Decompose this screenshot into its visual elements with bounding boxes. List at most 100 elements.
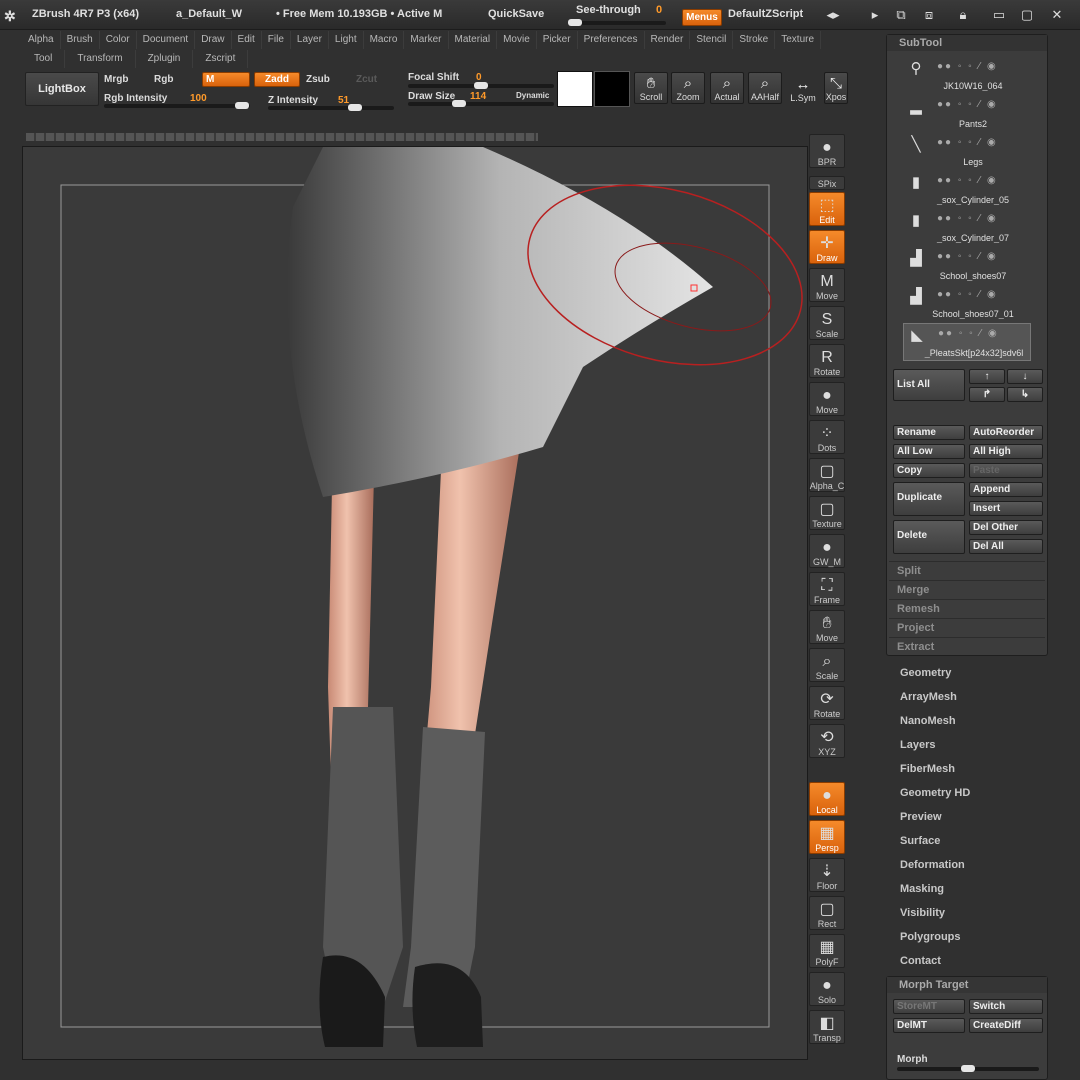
zcut-button[interactable]: Zcut [356,74,377,85]
menu-zscript[interactable]: Zscript [193,50,249,68]
subtool-item[interactable]: ╲ ●● ◦ ◦ ⁄ ◉ Legs [903,133,1031,171]
menu-layer[interactable]: Layer [291,31,329,49]
subtool-item[interactable]: ▟ ●● ◦ ◦ ⁄ ◉ School_shoes07 [903,247,1031,285]
del-all-button[interactable]: Del All [969,539,1043,554]
all-high-button[interactable]: All High [969,444,1043,459]
dynamic-toggle[interactable]: Dynamic [516,91,549,100]
delmt-button[interactable]: DelMT [893,1018,965,1033]
menu-color[interactable]: Color [100,31,137,49]
menu-stroke[interactable]: Stroke [733,31,776,49]
menu-picker[interactable]: Picker [537,31,578,49]
shelf-rect-button[interactable]: ▢ Rect [809,896,845,930]
aahalf-button[interactable]: ⌕ AAHalf [748,72,782,104]
lsym-button[interactable]: ↔ L.Sym [786,72,820,104]
shelf-move-button[interactable]: ● Move [809,382,845,416]
visibility-toggles-icon[interactable]: ●● ◦ ◦ ⁄ ◉ [937,175,998,186]
quicksave-button[interactable]: QuickSave [488,8,544,20]
shelf-texture-button[interactable]: ▢ Texture [809,496,845,530]
lightbox-button[interactable]: LightBox [25,72,99,106]
shelf-solo-button[interactable]: ● Solo [809,972,845,1006]
deformation-section[interactable]: Deformation [900,859,965,871]
shelf-scale-button[interactable]: S Scale [809,306,845,340]
copy-button[interactable]: Copy [893,463,965,478]
actual-button[interactable]: ⌕ Actual [710,72,744,104]
shelf-gw-m-button[interactable]: ● GW_M [809,534,845,568]
shelf-move-button[interactable]: M Move [809,268,845,302]
draw-size-label[interactable]: Draw Size [408,91,455,102]
shelf-rotate-button[interactable]: ⟳ Rotate [809,686,845,720]
shelf-spix-button[interactable]: SPix [809,176,845,190]
subtool-remesh-group[interactable]: Remesh [889,599,1045,617]
tray-divider[interactable] [26,133,538,141]
storemt-button[interactable]: StoreMT [893,999,965,1014]
menu-marker[interactable]: Marker [404,31,449,49]
subtool-extract-group[interactable]: Extract [889,637,1045,655]
menu-preferences[interactable]: Preferences [578,31,645,49]
subtool-item[interactable]: ▮ ●● ◦ ◦ ⁄ ◉ _sox_Cylinder_05 [903,171,1031,209]
contact-section[interactable]: Contact [900,955,941,967]
subtool-item[interactable]: ▮ ●● ◦ ◦ ⁄ ◉ _sox_Cylinder_07 [903,209,1031,247]
visibility-toggles-icon[interactable]: ●● ◦ ◦ ⁄ ◉ [937,99,998,110]
subtool-title[interactable]: SubTool [887,35,1047,51]
polygroups-section[interactable]: Polygroups [900,931,961,943]
scroll-button[interactable]: ✋︎ Scroll [634,72,668,104]
layout-icon[interactable]: ⧉ [892,6,910,24]
all-low-button[interactable]: All Low [893,444,965,459]
morph-slider[interactable] [897,1065,1039,1072]
close-icon[interactable]: ✕ [1048,6,1066,24]
shelf-draw-button[interactable]: ✛ Draw [809,230,845,264]
menu-alpha[interactable]: Alpha [22,31,61,49]
menu-draw[interactable]: Draw [195,31,232,49]
move-top-icon[interactable]: ↱ [969,387,1005,402]
visibility-toggles-icon[interactable]: ●● ◦ ◦ ⁄ ◉ [937,289,998,300]
visibility-toggles-icon[interactable]: ●● ◦ ◦ ⁄ ◉ [938,328,999,339]
secondary-color-swatch[interactable] [594,71,630,107]
z-intensity-slider[interactable] [268,104,394,111]
arrows-icon[interactable]: ◂▸ [824,6,842,24]
shelf-polyf-button[interactable]: ▦ PolyF [809,934,845,968]
zsub-button[interactable]: Zsub [306,74,330,85]
maximize-icon[interactable]: ▢ [1018,6,1036,24]
z-intensity-label[interactable]: Z Intensity [268,95,318,106]
visibility-toggles-icon[interactable]: ●● ◦ ◦ ⁄ ◉ [937,137,998,148]
main-color-swatch[interactable] [557,71,593,107]
visibility-toggles-icon[interactable]: ●● ◦ ◦ ⁄ ◉ [937,61,998,72]
menu-tool[interactable]: Tool [22,50,66,68]
shelf-edit-button[interactable]: ⬚ Edit [809,192,845,226]
shelf-frame-button[interactable]: ⛶ Frame [809,572,845,606]
move-bottom-icon[interactable]: ↳ [1007,387,1043,402]
shelf-local-button[interactable]: ● Local [809,782,845,816]
menu-render[interactable]: Render [645,31,691,49]
menu-file[interactable]: File [262,31,291,49]
paste-button[interactable]: Paste [969,463,1043,478]
minimize-icon[interactable]: ▭ [990,6,1008,24]
shelf-floor-button[interactable]: ⇣ Floor [809,858,845,892]
document-canvas[interactable] [22,142,808,1060]
insert-button[interactable]: Insert [969,501,1043,516]
m-button[interactable]: M [202,72,250,87]
rgb-button[interactable]: Rgb [154,74,173,85]
arraymesh-section[interactable]: ArrayMesh [900,691,957,703]
visibility-section[interactable]: Visibility [900,907,945,919]
shelf-xyz-button[interactable]: ⟲ XYZ [809,724,845,758]
xpos-button[interactable]: ⤡ Xpos [824,72,848,104]
menu-texture[interactable]: Texture [775,31,822,49]
move-down-icon[interactable]: ↓ [1007,369,1043,384]
menu-zplugin[interactable]: Zplugin [136,50,194,68]
subtool-item[interactable]: ⚲ ●● ◦ ◦ ⁄ ◉ JK10W16_064 [903,57,1031,95]
see-through-slider[interactable] [568,19,666,26]
geometry-hd-section[interactable]: Geometry HD [900,787,970,799]
menus-button[interactable]: Menus [682,9,722,26]
menu-transform[interactable]: Transform [65,50,136,68]
visibility-toggles-icon[interactable]: ●● ◦ ◦ ⁄ ◉ [937,251,998,262]
shelf-move-button[interactable]: ✋︎ Move [809,610,845,644]
shelf-transp-button[interactable]: ◧ Transp [809,1010,845,1044]
fibermesh-section[interactable]: FiberMesh [900,763,955,775]
rename-button[interactable]: Rename [893,425,965,440]
shelf-persp-button[interactable]: ▦ Persp [809,820,845,854]
geometry-section[interactable]: Geometry [900,667,951,679]
menu-light[interactable]: Light [329,31,364,49]
layers-section[interactable]: Layers [900,739,935,751]
zadd-button[interactable]: Zadd [254,72,300,87]
shelf-dots-button[interactable]: ⁘ Dots [809,420,845,454]
